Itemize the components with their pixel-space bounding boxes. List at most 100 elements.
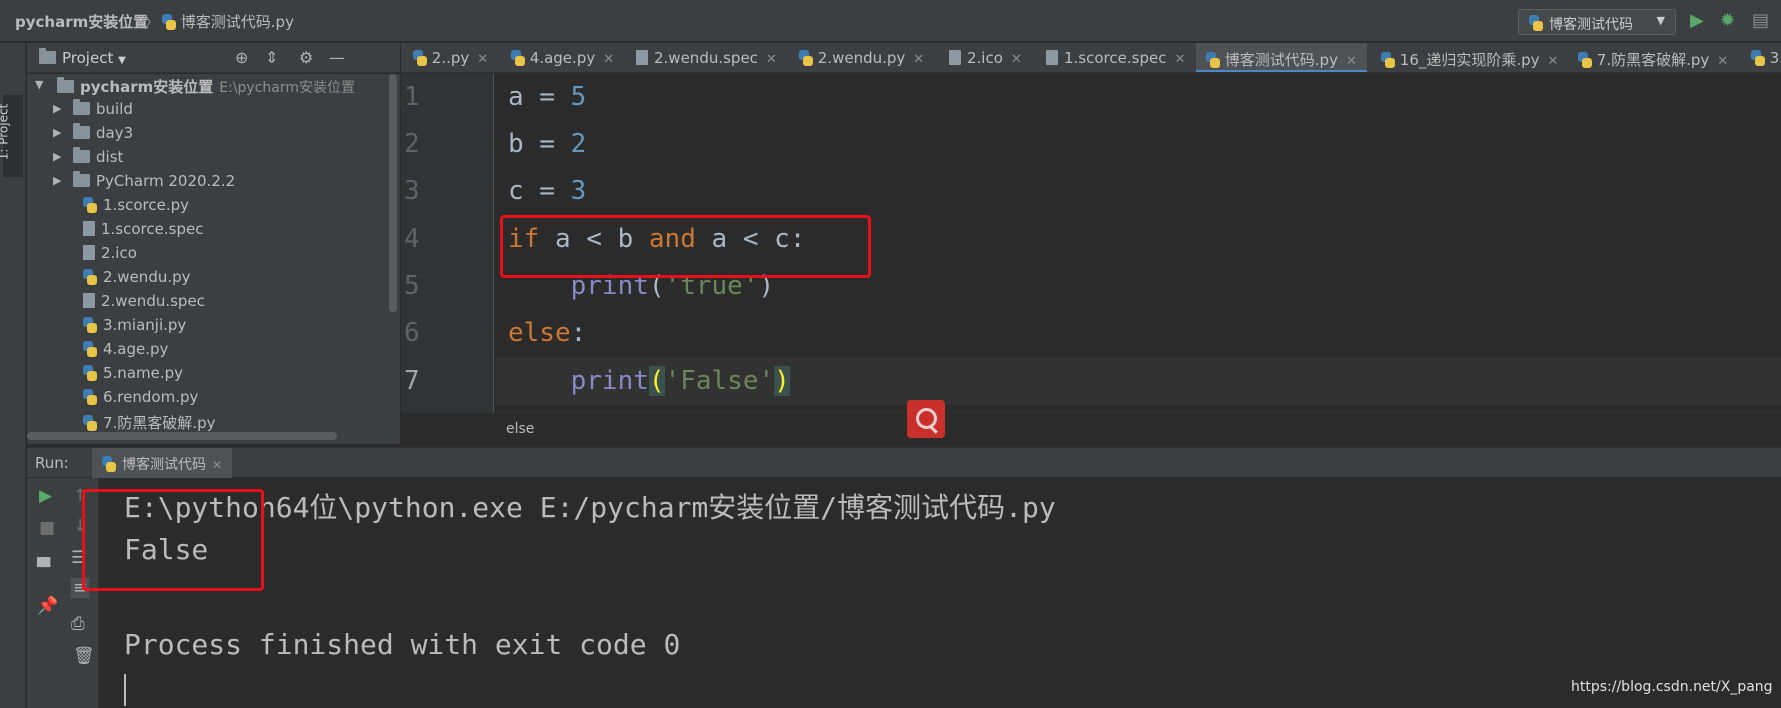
close-icon[interactable]: ✕ (603, 52, 614, 67)
breadcrumb-file[interactable]: 博客测试代码.py (162, 11, 294, 32)
gear-icon[interactable]: ⚙ (299, 48, 313, 67)
tree-folder[interactable]: ▶ build (53, 99, 133, 124)
text-file-icon (83, 245, 95, 260)
run-icon[interactable]: ▶ (1690, 10, 1704, 31)
line-number: 1 (404, 82, 420, 112)
stop-icon[interactable]: ■ (39, 518, 55, 538)
editor-tabs: 2..py ✕ 4.age.py ✕ 2.wendu.spec ✕ 2.wendu.p… (401, 43, 1781, 73)
text-file-icon (83, 293, 95, 308)
search-icon[interactable] (907, 400, 945, 438)
tree-folder[interactable]: ▶ PyCharm 2020.2.2 (53, 171, 236, 196)
tab-label: 2.wendu.spec (654, 49, 758, 67)
folder-label: day3 (96, 124, 134, 142)
python-file-icon (162, 14, 176, 30)
hide-icon[interactable]: — (329, 48, 345, 67)
pin-icon[interactable]: 📌 (37, 596, 58, 616)
tab-label: 2..py (431, 49, 470, 67)
close-icon[interactable]: ✕ (1346, 54, 1357, 69)
close-icon[interactable]: ✕ (913, 52, 924, 67)
file-label: 4.age.py (103, 340, 169, 358)
print-icon[interactable]: ⎙ (71, 614, 85, 634)
trash-icon[interactable]: 🗑 (73, 646, 95, 666)
watermark: https://blog.csdn.net/X_pang (1571, 679, 1773, 695)
line-number: 5 (404, 271, 420, 301)
tree-file[interactable]: 5.name.py (83, 364, 183, 388)
python-file-icon (83, 389, 97, 405)
tree-file[interactable]: 6.rendom.py (83, 388, 198, 412)
console-line: Process finished with exit code 0 (124, 628, 681, 661)
tab-label: 16_递归实现阶乘.py (1399, 51, 1540, 69)
tab-4-age[interactable]: 4.age.py ✕ (511, 43, 614, 72)
chevron-right-icon: ▶ (53, 102, 62, 115)
python-file-icon (83, 341, 97, 357)
run-configuration-select[interactable]: 博客测试代码 ▼ (1518, 9, 1676, 35)
collapse-all-icon[interactable]: ⇕ (265, 48, 278, 67)
tab-overflow[interactable]: 3 (1751, 43, 1780, 72)
project-tool-window-button[interactable]: 1: Project (0, 95, 23, 177)
tree-file[interactable]: 2.ico (83, 244, 137, 268)
project-vertical-scrollbar[interactable] (389, 74, 397, 312)
tree-root[interactable]: ▼ pycharm安装位置 E:\pycharm安装位置 (35, 76, 355, 100)
project-horizontal-scrollbar[interactable] (27, 432, 337, 440)
file-label: 2.wendu.spec (101, 292, 205, 310)
python-file-icon (799, 50, 813, 66)
root-name: pycharm安装位置 (80, 78, 214, 96)
folder-icon (73, 99, 90, 115)
tree-folder[interactable]: ▶ dist (53, 147, 124, 172)
tab-blog-test-code[interactable]: 博客测试代码.py ✕ (1196, 43, 1367, 72)
tab-1-scorce-spec[interactable]: 1.scorce.spec ✕ (1046, 43, 1185, 72)
tab-2-wendu-py[interactable]: 2.wendu.py ✕ (799, 43, 924, 72)
folder-label: PyCharm 2020.2.2 (96, 172, 236, 190)
tree-file[interactable]: 1.scorce.spec (83, 220, 203, 244)
tab-label: 博客测试代码.py (1224, 51, 1338, 69)
close-icon[interactable]: ✕ (766, 52, 777, 67)
tab-anti-hack[interactable]: 7.防黑客破解.py ✕ (1578, 43, 1728, 72)
locate-icon[interactable]: ⊕ (235, 48, 248, 67)
project-tree: ▼ pycharm安装位置 E:\pycharm安装位置 ▶ build ▶ day3… (27, 74, 400, 444)
tree-file[interactable]: 4.age.py (83, 340, 168, 364)
line-number: 4 (404, 224, 420, 254)
tree-file[interactable]: 2.wendu.spec (83, 292, 205, 316)
close-icon[interactable]: ✕ (212, 458, 222, 472)
tab-2-ico[interactable]: 2.ico ✕ (949, 43, 1022, 72)
line-number: 6 (404, 318, 420, 348)
tree-folder[interactable]: ▶ day3 (53, 123, 134, 148)
rerun-icon[interactable]: ▶ (39, 486, 52, 506)
chevron-right-icon: ▶ (53, 150, 62, 163)
tree-file[interactable]: 3.mianji.py (83, 316, 186, 340)
tree-file[interactable]: 2.wendu.py (83, 268, 191, 292)
close-icon[interactable]: ✕ (1548, 54, 1559, 69)
python-file-icon (1206, 52, 1220, 68)
close-icon[interactable]: ✕ (1717, 54, 1728, 69)
tab-2-wendu-spec[interactable]: 2.wendu.spec ✕ (636, 43, 777, 72)
file-label: 2.ico (101, 244, 137, 262)
editor-breadcrumb[interactable]: else (506, 421, 534, 437)
close-icon[interactable]: ✕ (477, 52, 488, 67)
line-number: 3 (404, 176, 420, 206)
file-label: 1.scorce.py (103, 196, 190, 214)
tab-label: 2.wendu.py (817, 49, 906, 67)
tab-recursion[interactable]: 16_递归实现阶乘.py ✕ (1381, 43, 1559, 72)
run-panel-label: Run: (35, 454, 69, 472)
close-icon[interactable]: ✕ (1174, 52, 1185, 67)
close-icon[interactable]: ✕ (1011, 52, 1022, 67)
breadcrumb-project[interactable]: pycharm安装位置 (15, 11, 148, 32)
debug-icon[interactable]: ✹ (1720, 10, 1735, 31)
python-file-icon (83, 269, 97, 285)
project-panel-header: Project ▼ ⊕ ⇕ ⚙ — (27, 43, 400, 73)
more-actions-icon[interactable]: ▤ (1752, 10, 1769, 31)
tab-2-py[interactable]: 2..py ✕ (413, 43, 488, 72)
tree-file[interactable]: 1.scorce.py (83, 196, 189, 220)
folder-label: dist (96, 148, 124, 166)
layout-icon[interactable]: ▀ (37, 558, 50, 578)
folder-icon (73, 171, 90, 187)
run-tab[interactable]: 博客测试代码 ✕ (92, 448, 233, 478)
chevron-down-icon: ▼ (118, 55, 126, 66)
tab-label: 3 (1769, 49, 1780, 67)
python-file-icon (102, 456, 116, 472)
line-number: 2 (404, 129, 420, 159)
python-file-icon (413, 50, 427, 66)
python-file-icon (1381, 52, 1395, 68)
project-view-select[interactable]: Project ▼ (39, 48, 126, 67)
root-path: E:\pycharm安装位置 (219, 80, 355, 96)
